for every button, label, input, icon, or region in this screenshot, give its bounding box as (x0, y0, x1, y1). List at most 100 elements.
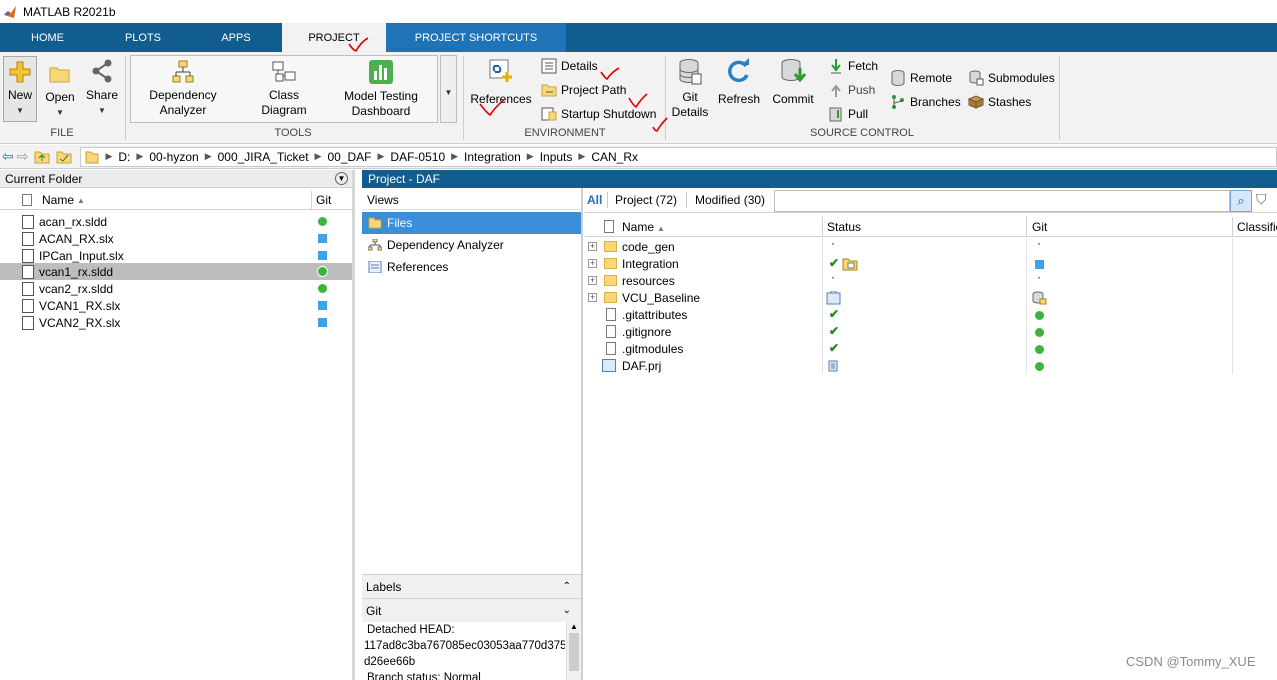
references-button[interactable]: References (470, 58, 532, 120)
view-references[interactable]: References (362, 256, 581, 278)
stashes-button[interactable]: Stashes (968, 94, 1031, 110)
expand-icon[interactable]: + (588, 259, 597, 268)
path-breadcrumb[interactable]: ▶ D: ▶ 00-hyzon ▶ 000_JIRA_Ticket ▶ 00_DAF ▶… (80, 146, 1277, 167)
table-row[interactable]: + VCU_Baseline (585, 290, 1235, 307)
column-name[interactable]: Name ▲ (622, 220, 665, 234)
file-icon (606, 308, 616, 321)
file-row[interactable]: VCAN2_RX.slx (0, 314, 352, 331)
tab-plots[interactable]: PLOTS (95, 23, 191, 52)
fetch-label: Fetch (848, 59, 879, 73)
scroll-thumb[interactable] (569, 633, 579, 671)
file-name: IPCan_Input.slx (39, 248, 124, 263)
table-row[interactable]: .gitattributes ✔ (585, 307, 1235, 324)
file-row[interactable]: acan_rx.sldd (0, 213, 352, 230)
dependency-label-1: Dependency (149, 88, 217, 102)
tab-project-shortcuts[interactable]: PROJECT SHORTCUTS (386, 23, 566, 52)
labels-section-header[interactable]: Labels ⌃ (362, 574, 581, 598)
submodules-icon (969, 70, 984, 86)
expand-icon[interactable]: + (588, 293, 597, 302)
model-testing-dashboard-button[interactable]: Model Testing Dashboard (336, 58, 426, 120)
filter-all-tab[interactable]: All (587, 188, 602, 212)
title-bar: MATLAB R2021b (0, 0, 1277, 23)
back-arrow-icon[interactable]: ⇦ (2, 148, 14, 165)
git-modified-icon (318, 301, 327, 310)
breadcrumb-item[interactable]: D: (118, 150, 130, 164)
pull-button[interactable]: Pull (828, 106, 868, 122)
new-button[interactable]: New ▼ (3, 56, 37, 122)
up-folder-icon[interactable] (34, 150, 50, 164)
column-git[interactable]: Git (316, 191, 331, 209)
dashboard-icon (369, 60, 393, 84)
file-row[interactable]: IPCan_Input.slx (0, 247, 352, 264)
file-name: .gitattributes (622, 308, 688, 322)
git-details-button[interactable]: Git Details (670, 58, 710, 124)
share-button[interactable]: Share ▼ (84, 56, 120, 122)
breadcrumb-separator-icon: ▶ (451, 151, 459, 161)
column-status[interactable]: Status (827, 220, 861, 234)
table-row[interactable]: .gitignore ✔ (585, 324, 1235, 341)
file-row[interactable]: ACAN_RX.slx (0, 230, 352, 247)
tab-home[interactable]: HOME (0, 23, 95, 52)
push-icon (831, 84, 841, 97)
column-name[interactable]: Name ▲ (42, 191, 85, 209)
breadcrumb-item[interactable]: Integration (464, 150, 521, 164)
view-files[interactable]: Files (362, 212, 581, 234)
refresh-button[interactable]: Refresh (716, 58, 762, 120)
file-name: vcan1_rx.sldd (39, 264, 114, 279)
branches-button[interactable]: Branches (890, 94, 961, 110)
commit-button[interactable]: Commit (768, 58, 818, 120)
tab-project[interactable]: PROJECT (282, 23, 386, 52)
panel-actions-icon[interactable]: ▼ (335, 172, 348, 185)
breadcrumb-item[interactable]: DAF-0510 (390, 150, 445, 164)
browse-folder-icon[interactable] (56, 150, 72, 164)
filter-modified-tab[interactable]: Modified (30) (695, 188, 765, 212)
filter-funnel-icon[interactable]: ⛉ (1256, 191, 1267, 208)
model-testing-label-2: Dashboard (351, 104, 411, 118)
column-classification[interactable]: Classific (1237, 220, 1277, 234)
search-icon[interactable]: ⌕ (1230, 190, 1252, 212)
expand-icon[interactable]: + (588, 276, 597, 285)
search-input[interactable] (774, 190, 1230, 212)
breadcrumb-item[interactable]: Inputs (540, 150, 573, 164)
scrollbar[interactable]: ▲ (566, 622, 581, 680)
view-dependency-analyzer[interactable]: Dependency Analyzer (362, 234, 581, 256)
expand-icon[interactable]: + (588, 242, 597, 251)
breadcrumb-separator-icon: ▶ (105, 151, 113, 161)
table-row[interactable]: + Integration ✔ (585, 256, 1235, 273)
git-unmodified-icon (1035, 328, 1044, 337)
forward-arrow-icon[interactable]: ⇨ (17, 148, 29, 165)
file-name: VCAN2_RX.slx (39, 315, 121, 330)
git-section-header[interactable]: Git ⌄ (362, 598, 581, 622)
startup-shutdown-button[interactable]: Startup Shutdown (541, 106, 656, 122)
gallery-expand-button[interactable]: ▼ (440, 55, 457, 123)
folder-path-icon (541, 84, 557, 97)
submodules-button[interactable]: Submodules (968, 70, 1055, 86)
project-path-button[interactable]: Project Path (541, 82, 626, 98)
git-section-title: Git (366, 604, 382, 618)
scroll-up-icon[interactable]: ▲ (567, 622, 581, 631)
file-row[interactable]: vcan2_rx.sldd (0, 280, 352, 297)
filter-project-tab[interactable]: Project (72) (615, 188, 677, 212)
file-row[interactable]: vcan1_rx.sldd (0, 263, 352, 280)
table-row[interactable]: + code_gen · · (585, 236, 1235, 256)
table-row[interactable]: + resources · · (585, 270, 1235, 290)
fetch-button[interactable]: Fetch (828, 58, 878, 74)
tab-apps[interactable]: APPS (191, 23, 281, 52)
plus-icon (9, 61, 31, 83)
breadcrumb-item[interactable]: CAN_Rx (591, 150, 638, 164)
file-row[interactable]: VCAN1_RX.slx (0, 297, 352, 314)
breadcrumb-item[interactable]: 000_JIRA_Ticket (218, 150, 309, 164)
details-button[interactable]: Details (541, 58, 598, 74)
breadcrumb-item[interactable]: 00-hyzon (149, 150, 198, 164)
column-git[interactable]: Git (1032, 220, 1047, 234)
table-row[interactable]: DAF.prj (585, 358, 1235, 375)
breadcrumb-separator-icon: ▶ (578, 151, 586, 161)
class-diagram-button[interactable]: Class Diagram (246, 58, 322, 120)
push-button[interactable]: Push (828, 82, 875, 98)
breadcrumb-item[interactable]: 00_DAF (327, 150, 371, 164)
file-icon (606, 342, 616, 355)
dependency-analyzer-button[interactable]: Dependency Analyzer (140, 58, 226, 120)
table-row[interactable]: .gitmodules ✔ (585, 341, 1235, 358)
open-button[interactable]: Open ▼ (42, 56, 78, 122)
remote-button[interactable]: Remote (890, 70, 952, 86)
